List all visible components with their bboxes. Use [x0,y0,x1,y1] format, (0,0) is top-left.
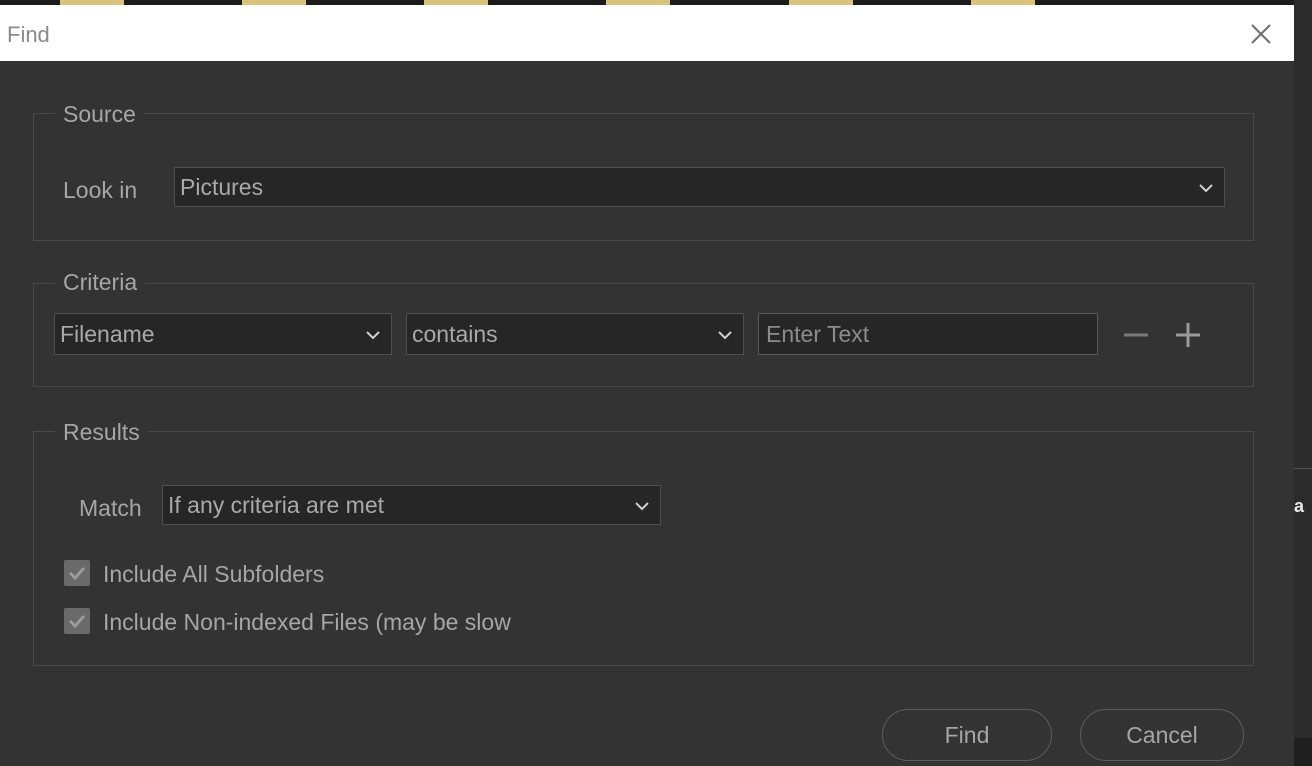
dialog-title: Find [7,22,50,47]
look-in-select[interactable]: Pictures [174,167,1225,207]
chevron-down-icon [366,331,380,340]
chevron-down-icon [635,502,649,511]
add-criteria-button[interactable] [1172,318,1204,350]
minus-icon [1124,333,1148,337]
match-select[interactable]: If any criteria are met [162,485,661,525]
find-dialog: Find Source Look in Pictures Criteria Fi… [0,5,1294,766]
plus-icon [1176,323,1200,347]
background-right-panel [1294,0,1312,766]
results-group-label: Results [55,419,148,446]
include-subfolders-label: Include All Subfolders [103,561,325,587]
criteria-field-select[interactable]: Filename [54,313,392,355]
checkmark-icon [68,614,86,629]
background-bottom-bar [1294,738,1312,766]
criteria-field-value: Filename [60,321,155,347]
background-divider [1294,468,1312,469]
look-in-value: Pictures [180,174,264,200]
dialog-titlebar: Find [0,5,1294,61]
close-button[interactable] [1244,17,1278,51]
criteria-text-input[interactable]: Enter Text [758,313,1098,355]
criteria-group-label: Criteria [55,269,146,296]
criteria-operator-select[interactable]: contains [406,313,744,355]
remove-criteria-button[interactable] [1120,318,1152,350]
source-group-label: Source [55,101,144,128]
close-icon [1251,24,1271,44]
background-panel-text: a [1294,496,1305,516]
criteria-text-placeholder: Enter Text [766,321,870,347]
chevron-down-icon [718,331,732,340]
criteria-operator-value: contains [412,321,498,347]
match-label: Match [79,495,142,521]
match-value: If any criteria are met [168,492,385,518]
checkmark-icon [68,566,86,581]
cancel-button[interactable]: Cancel [1080,709,1244,761]
include-subfolders-checkbox[interactable] [64,560,90,586]
find-button[interactable]: Find [882,709,1052,761]
look-in-label: Look in [63,177,138,203]
chevron-down-icon [1199,184,1213,193]
include-nonindexed-label: Include Non-indexed Files (may be slow [103,609,511,635]
include-nonindexed-checkbox[interactable] [64,608,90,634]
